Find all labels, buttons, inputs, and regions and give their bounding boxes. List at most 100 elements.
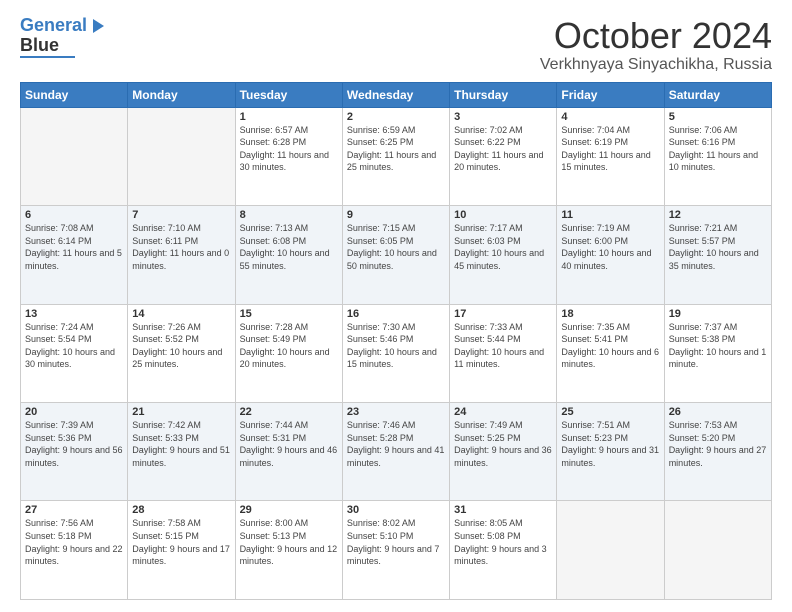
table-row: 2Sunrise: 6:59 AM Sunset: 6:25 PM Daylig… (342, 107, 449, 205)
table-row: 7Sunrise: 7:10 AM Sunset: 6:11 PM Daylig… (128, 206, 235, 304)
day-info: Sunrise: 7:04 AM Sunset: 6:19 PM Dayligh… (561, 124, 659, 174)
table-row (21, 107, 128, 205)
col-thursday: Thursday (450, 82, 557, 107)
day-info: Sunrise: 6:57 AM Sunset: 6:28 PM Dayligh… (240, 124, 338, 174)
day-info: Sunrise: 7:08 AM Sunset: 6:14 PM Dayligh… (25, 222, 123, 272)
day-info: Sunrise: 7:58 AM Sunset: 5:15 PM Dayligh… (132, 517, 230, 567)
day-info: Sunrise: 7:02 AM Sunset: 6:22 PM Dayligh… (454, 124, 552, 174)
day-info: Sunrise: 7:21 AM Sunset: 5:57 PM Dayligh… (669, 222, 767, 272)
table-row: 3Sunrise: 7:02 AM Sunset: 6:22 PM Daylig… (450, 107, 557, 205)
day-number: 16 (347, 308, 445, 320)
col-sunday: Sunday (21, 82, 128, 107)
day-info: Sunrise: 7:13 AM Sunset: 6:08 PM Dayligh… (240, 222, 338, 272)
day-number: 21 (132, 406, 230, 418)
day-info: Sunrise: 7:30 AM Sunset: 5:46 PM Dayligh… (347, 321, 445, 371)
day-number: 22 (240, 406, 338, 418)
calendar-table: Sunday Monday Tuesday Wednesday Thursday… (20, 82, 772, 600)
day-info: Sunrise: 7:53 AM Sunset: 5:20 PM Dayligh… (669, 419, 767, 469)
table-row: 21Sunrise: 7:42 AM Sunset: 5:33 PM Dayli… (128, 403, 235, 501)
table-row: 14Sunrise: 7:26 AM Sunset: 5:52 PM Dayli… (128, 304, 235, 402)
page: General Blue October 2024 Verkhnyaya Sin… (0, 0, 792, 612)
table-row: 20Sunrise: 7:39 AM Sunset: 5:36 PM Dayli… (21, 403, 128, 501)
day-number: 7 (132, 209, 230, 221)
day-info: Sunrise: 8:02 AM Sunset: 5:10 PM Dayligh… (347, 517, 445, 567)
day-number: 19 (669, 308, 767, 320)
day-number: 13 (25, 308, 123, 320)
day-number: 4 (561, 111, 659, 123)
table-row: 16Sunrise: 7:30 AM Sunset: 5:46 PM Dayli… (342, 304, 449, 402)
table-row: 12Sunrise: 7:21 AM Sunset: 5:57 PM Dayli… (664, 206, 771, 304)
day-info: Sunrise: 7:46 AM Sunset: 5:28 PM Dayligh… (347, 419, 445, 469)
day-number: 18 (561, 308, 659, 320)
day-info: Sunrise: 7:17 AM Sunset: 6:03 PM Dayligh… (454, 222, 552, 272)
table-row: 18Sunrise: 7:35 AM Sunset: 5:41 PM Dayli… (557, 304, 664, 402)
day-number: 9 (347, 209, 445, 221)
table-row: 15Sunrise: 7:28 AM Sunset: 5:49 PM Dayli… (235, 304, 342, 402)
calendar-week-row: 1Sunrise: 6:57 AM Sunset: 6:28 PM Daylig… (21, 107, 772, 205)
day-number: 15 (240, 308, 338, 320)
day-info: Sunrise: 7:28 AM Sunset: 5:49 PM Dayligh… (240, 321, 338, 371)
day-info: Sunrise: 7:51 AM Sunset: 5:23 PM Dayligh… (561, 419, 659, 469)
day-number: 3 (454, 111, 552, 123)
day-info: Sunrise: 7:39 AM Sunset: 5:36 PM Dayligh… (25, 419, 123, 469)
day-number: 20 (25, 406, 123, 418)
table-row: 30Sunrise: 8:02 AM Sunset: 5:10 PM Dayli… (342, 501, 449, 600)
day-number: 30 (347, 504, 445, 516)
title-section: October 2024 Verkhnyaya Sinyachikha, Rus… (540, 16, 772, 74)
day-number: 10 (454, 209, 552, 221)
day-number: 27 (25, 504, 123, 516)
table-row: 1Sunrise: 6:57 AM Sunset: 6:28 PM Daylig… (235, 107, 342, 205)
col-saturday: Saturday (664, 82, 771, 107)
day-info: Sunrise: 7:35 AM Sunset: 5:41 PM Dayligh… (561, 321, 659, 371)
table-row (128, 107, 235, 205)
logo: General Blue (20, 16, 104, 58)
table-row: 11Sunrise: 7:19 AM Sunset: 6:00 PM Dayli… (557, 206, 664, 304)
table-row: 10Sunrise: 7:17 AM Sunset: 6:03 PM Dayli… (450, 206, 557, 304)
day-number: 23 (347, 406, 445, 418)
table-row: 28Sunrise: 7:58 AM Sunset: 5:15 PM Dayli… (128, 501, 235, 600)
day-info: Sunrise: 7:24 AM Sunset: 5:54 PM Dayligh… (25, 321, 123, 371)
day-info: Sunrise: 7:49 AM Sunset: 5:25 PM Dayligh… (454, 419, 552, 469)
col-friday: Friday (557, 82, 664, 107)
table-row: 27Sunrise: 7:56 AM Sunset: 5:18 PM Dayli… (21, 501, 128, 600)
table-row: 17Sunrise: 7:33 AM Sunset: 5:44 PM Dayli… (450, 304, 557, 402)
day-number: 11 (561, 209, 659, 221)
table-row: 23Sunrise: 7:46 AM Sunset: 5:28 PM Dayli… (342, 403, 449, 501)
calendar-week-row: 27Sunrise: 7:56 AM Sunset: 5:18 PM Dayli… (21, 501, 772, 600)
day-number: 28 (132, 504, 230, 516)
day-info: Sunrise: 8:00 AM Sunset: 5:13 PM Dayligh… (240, 517, 338, 567)
day-number: 6 (25, 209, 123, 221)
table-row: 5Sunrise: 7:06 AM Sunset: 6:16 PM Daylig… (664, 107, 771, 205)
day-info: Sunrise: 6:59 AM Sunset: 6:25 PM Dayligh… (347, 124, 445, 174)
day-number: 26 (669, 406, 767, 418)
table-row: 24Sunrise: 7:49 AM Sunset: 5:25 PM Dayli… (450, 403, 557, 501)
table-row: 25Sunrise: 7:51 AM Sunset: 5:23 PM Dayli… (557, 403, 664, 501)
header: General Blue October 2024 Verkhnyaya Sin… (20, 16, 772, 74)
calendar-week-row: 20Sunrise: 7:39 AM Sunset: 5:36 PM Dayli… (21, 403, 772, 501)
logo-blue: Blue (20, 36, 59, 54)
day-info: Sunrise: 7:42 AM Sunset: 5:33 PM Dayligh… (132, 419, 230, 469)
day-info: Sunrise: 7:33 AM Sunset: 5:44 PM Dayligh… (454, 321, 552, 371)
table-row: 29Sunrise: 8:00 AM Sunset: 5:13 PM Dayli… (235, 501, 342, 600)
table-row: 26Sunrise: 7:53 AM Sunset: 5:20 PM Dayli… (664, 403, 771, 501)
day-info: Sunrise: 7:44 AM Sunset: 5:31 PM Dayligh… (240, 419, 338, 469)
col-wednesday: Wednesday (342, 82, 449, 107)
calendar-week-row: 6Sunrise: 7:08 AM Sunset: 6:14 PM Daylig… (21, 206, 772, 304)
day-number: 31 (454, 504, 552, 516)
day-info: Sunrise: 7:06 AM Sunset: 6:16 PM Dayligh… (669, 124, 767, 174)
day-number: 12 (669, 209, 767, 221)
table-row: 13Sunrise: 7:24 AM Sunset: 5:54 PM Dayli… (21, 304, 128, 402)
day-info: Sunrise: 7:26 AM Sunset: 5:52 PM Dayligh… (132, 321, 230, 371)
day-info: Sunrise: 7:10 AM Sunset: 6:11 PM Dayligh… (132, 222, 230, 272)
day-info: Sunrise: 7:37 AM Sunset: 5:38 PM Dayligh… (669, 321, 767, 371)
table-row: 6Sunrise: 7:08 AM Sunset: 6:14 PM Daylig… (21, 206, 128, 304)
day-number: 29 (240, 504, 338, 516)
day-info: Sunrise: 8:05 AM Sunset: 5:08 PM Dayligh… (454, 517, 552, 567)
table-row: 31Sunrise: 8:05 AM Sunset: 5:08 PM Dayli… (450, 501, 557, 600)
table-row (557, 501, 664, 600)
logo-general: General (20, 15, 87, 35)
day-number: 1 (240, 111, 338, 123)
table-row: 9Sunrise: 7:15 AM Sunset: 6:05 PM Daylig… (342, 206, 449, 304)
day-info: Sunrise: 7:15 AM Sunset: 6:05 PM Dayligh… (347, 222, 445, 272)
table-row: 4Sunrise: 7:04 AM Sunset: 6:19 PM Daylig… (557, 107, 664, 205)
